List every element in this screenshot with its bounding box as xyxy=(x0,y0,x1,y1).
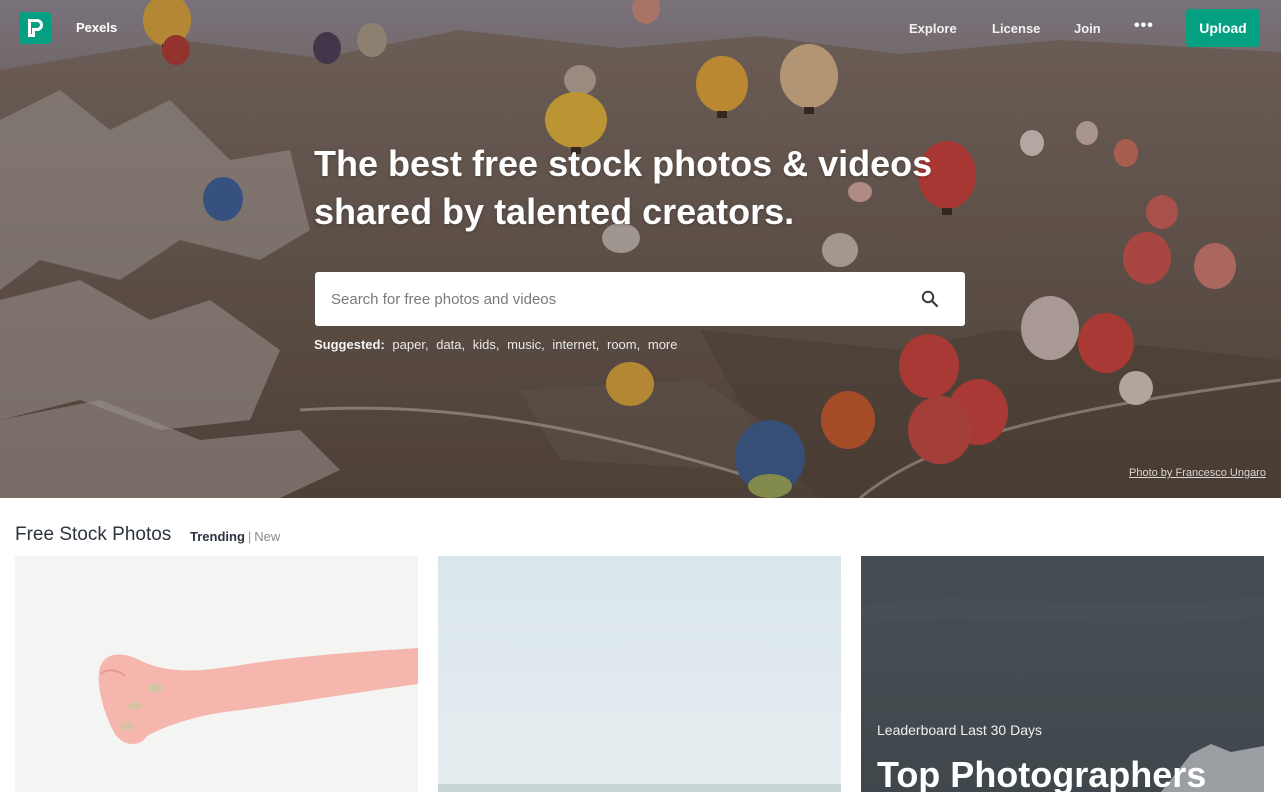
search-button[interactable] xyxy=(895,272,965,326)
search-bar xyxy=(315,272,965,326)
suggested-room-link[interactable]: room xyxy=(607,337,637,352)
suggested-data-link[interactable]: data xyxy=(436,337,461,352)
photo-card-sky[interactable] xyxy=(438,556,841,792)
hero-headline: The best free stock photos & videos shar… xyxy=(314,140,974,236)
tab-new[interactable]: New xyxy=(254,529,280,544)
suggested-searches: Suggested: paper, data, kids, music, int… xyxy=(314,337,678,352)
search-icon xyxy=(921,290,939,308)
nav-license-link[interactable]: License xyxy=(992,21,1040,36)
suggested-more-link[interactable]: more xyxy=(648,337,678,352)
section-title: Free Stock Photos xyxy=(15,524,172,545)
leaderboard-label: Leaderboard Last 30 Days xyxy=(877,722,1042,738)
search-input[interactable] xyxy=(315,272,895,326)
suggested-paper-link[interactable]: paper xyxy=(392,337,425,352)
suggested-music-link[interactable]: music xyxy=(507,337,541,352)
tab-trending[interactable]: Trending xyxy=(190,529,245,544)
photo-card-hand[interactable] xyxy=(15,556,418,792)
leaderboard-title: Top Photographers xyxy=(877,754,1207,792)
hero-headline-line-2: shared by talented creators. xyxy=(314,191,795,232)
pexels-logo[interactable] xyxy=(19,12,51,44)
upload-button[interactable]: Upload xyxy=(1186,9,1260,47)
photo-credit[interactable]: Photo by Francesco Ungaro xyxy=(1129,467,1266,479)
pexels-p-icon xyxy=(28,19,43,37)
tab-separator: | xyxy=(247,529,252,544)
sky-photo-image xyxy=(438,784,841,792)
brand-name[interactable]: Pexels xyxy=(76,20,117,35)
hero-headline-line-1: The best free stock photos & videos xyxy=(314,143,933,184)
hero-dark-overlay xyxy=(0,0,1281,498)
more-dots-icon[interactable]: ••• xyxy=(1134,17,1154,35)
suggested-label: Suggested: xyxy=(314,337,385,352)
photo-tabs: Trending | New xyxy=(190,529,280,544)
nav-explore-link[interactable]: Explore xyxy=(909,21,957,36)
hand-photo-image xyxy=(98,648,418,744)
suggested-internet-link[interactable]: internet xyxy=(552,337,595,352)
suggested-kids-link[interactable]: kids xyxy=(473,337,496,352)
hero-section xyxy=(0,0,1281,498)
nav-join-link[interactable]: Join xyxy=(1074,21,1101,36)
leaderboard-card[interactable]: Leaderboard Last 30 Days Top Photographe… xyxy=(861,556,1264,792)
